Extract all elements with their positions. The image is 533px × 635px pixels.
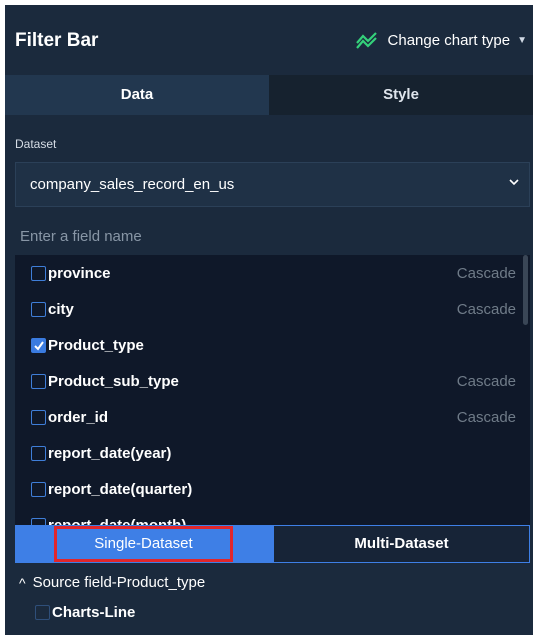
change-chart-type-button[interactable]: Change chart type ▼ xyxy=(355,31,527,49)
field-row[interactable]: city Cascade xyxy=(15,291,530,327)
checkbox[interactable] xyxy=(31,409,46,425)
single-dataset-label: Single-Dataset xyxy=(54,526,233,562)
dataset-mode-switch: Single-Dataset Multi-Dataset xyxy=(15,525,530,563)
single-dataset-button[interactable]: Single-Dataset xyxy=(15,525,273,563)
checkbox[interactable] xyxy=(35,605,50,620)
checkbox[interactable] xyxy=(31,301,46,317)
dataset-label: Dataset xyxy=(15,137,57,151)
caret-down-icon: ▼ xyxy=(517,34,527,46)
checkbox[interactable] xyxy=(31,517,46,525)
field-row[interactable]: Product_sub_type Cascade xyxy=(15,363,530,399)
chevron-up-icon: ^ xyxy=(19,574,26,591)
tab-bar: Data Style xyxy=(5,75,533,115)
filter-bar-panel: Filter Bar Change chart type ▼ Data Styl… xyxy=(5,5,533,635)
checkbox[interactable] xyxy=(31,265,46,281)
field-name: Product_type xyxy=(48,336,144,354)
checkbox[interactable] xyxy=(31,481,46,497)
field-search-input[interactable] xyxy=(15,217,530,255)
dataset-select[interactable]: company_sales_record_en_us xyxy=(15,162,530,207)
chevron-down-icon xyxy=(509,179,519,186)
multi-dataset-button[interactable]: Multi-Dataset xyxy=(273,525,530,563)
tab-style[interactable]: Style xyxy=(269,75,533,115)
field-name: city xyxy=(48,300,74,318)
source-item-label: Charts-Line xyxy=(52,604,136,621)
field-list[interactable]: province Cascade city Cascade Product_type Pr… xyxy=(15,255,530,525)
field-name: Product_sub_type xyxy=(48,372,179,390)
change-chart-type-label: Change chart type xyxy=(387,31,511,49)
source-field-label: Source field-Product_type xyxy=(32,574,206,591)
field-row[interactable]: Product_type xyxy=(15,327,530,363)
field-name: report_date(year) xyxy=(48,444,172,462)
check-icon xyxy=(34,340,44,351)
cascade-tag[interactable]: Cascade xyxy=(457,409,516,426)
cascade-tag[interactable]: Cascade xyxy=(457,301,516,318)
source-item-charts-line[interactable]: Charts-Line xyxy=(35,604,135,621)
dataset-selected-value: company_sales_record_en_us xyxy=(30,176,235,193)
field-name: order_id xyxy=(48,408,109,426)
field-row[interactable]: report_date(year) xyxy=(15,435,530,471)
checkbox-checked[interactable] xyxy=(31,337,46,353)
field-list-scrollbar[interactable] xyxy=(523,255,528,325)
source-field-header[interactable]: ^ Source field-Product_type xyxy=(19,574,205,591)
panel-header: Filter Bar Change chart type ▼ xyxy=(5,5,533,75)
field-row[interactable]: report_date(month) xyxy=(15,507,530,525)
field-row[interactable]: order_id Cascade xyxy=(15,399,530,435)
field-name: report_date(quarter) xyxy=(48,480,193,498)
field-row[interactable]: province Cascade xyxy=(15,255,530,291)
panel-title: Filter Bar xyxy=(15,30,99,51)
field-name: province xyxy=(48,264,111,282)
checkbox[interactable] xyxy=(31,373,46,389)
cascade-tag[interactable]: Cascade xyxy=(457,265,516,282)
field-name: report_date(month) xyxy=(48,516,187,526)
field-row[interactable]: report_date(quarter) xyxy=(15,471,530,507)
tab-data[interactable]: Data xyxy=(5,75,269,115)
line-chart-icon xyxy=(355,32,377,49)
cascade-tag[interactable]: Cascade xyxy=(457,373,516,390)
checkbox[interactable] xyxy=(31,445,46,461)
